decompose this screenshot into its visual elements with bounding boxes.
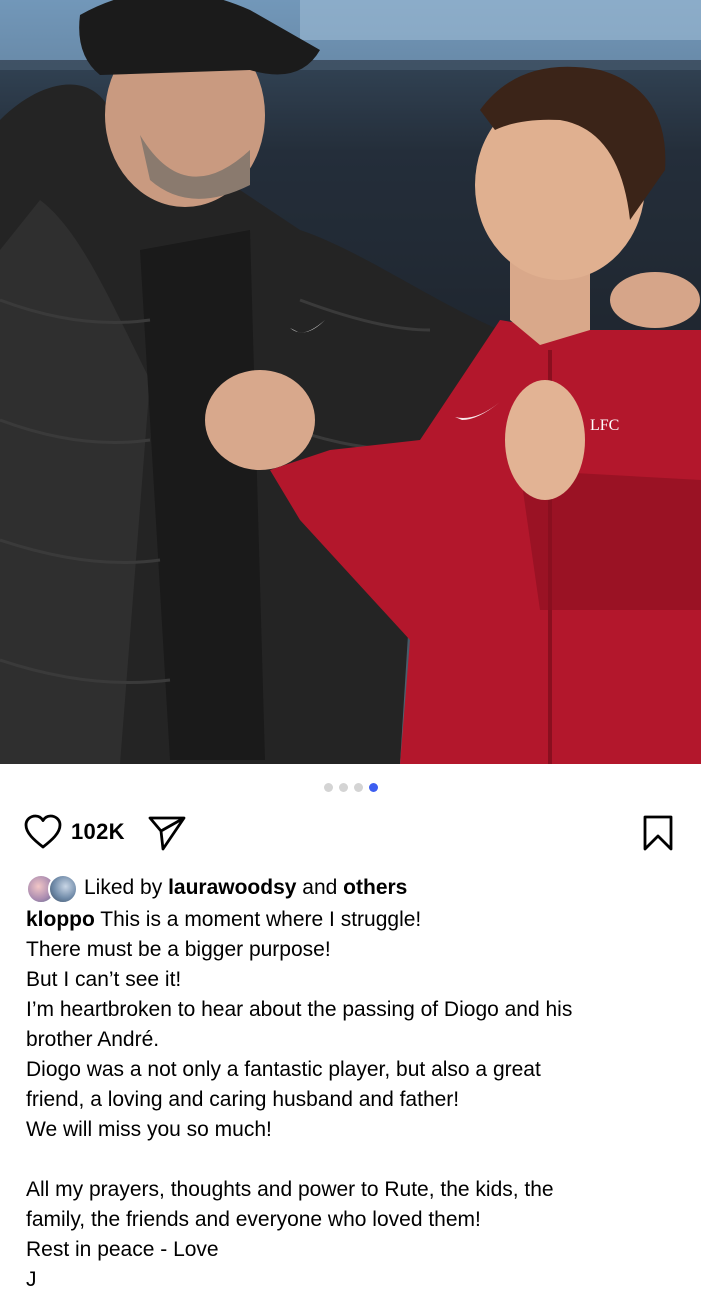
carousel-dot — [353, 783, 363, 792]
post-photo-illustration: LFC — [0, 0, 701, 764]
like-count[interactable]: 102K — [71, 819, 125, 845]
carousel-dot — [338, 783, 348, 792]
caption-line: family, the friends and everyone who lov… — [26, 1208, 481, 1231]
paper-plane-icon[interactable] — [147, 815, 187, 856]
liked-by-and: and — [302, 876, 338, 899]
avatar — [48, 874, 78, 904]
liked-by-prefix: Liked by — [84, 876, 163, 899]
caption-text: This is a moment where I struggle! — [100, 908, 422, 931]
liker-avatars[interactable] — [26, 873, 78, 904]
caption-blank-line — [26, 1145, 676, 1175]
caption-line: But I can’t see it! — [26, 968, 182, 991]
author-username-link[interactable]: kloppo — [26, 908, 95, 931]
carousel-dot — [323, 783, 333, 792]
caption-line: We will miss you so much! — [26, 1118, 272, 1141]
caption-line: Rest in peace - Love — [26, 1238, 219, 1261]
caption-line: friend, a loving and caring husband and … — [26, 1088, 460, 1111]
caption-first-line: kloppo This is a moment where I struggle… — [26, 905, 676, 935]
liked-by-row: Liked by laurawoodsy and others — [26, 872, 407, 904]
liked-by-others-link[interactable]: others — [343, 876, 407, 900]
heart-outline-icon[interactable] — [24, 814, 62, 855]
caption-line: J — [26, 1268, 37, 1291]
carousel-indicator — [0, 783, 701, 793]
caption-line: Diogo was a not only a fantastic player,… — [26, 1058, 541, 1081]
bookmark-icon[interactable] — [641, 814, 675, 857]
caption-line: All my prayers, thoughts and power to Ru… — [26, 1178, 554, 1201]
caption-line: brother André. — [26, 1028, 160, 1051]
caption-line: There must be a bigger purpose! — [26, 938, 331, 961]
post-caption: kloppo This is a moment where I struggle… — [26, 905, 676, 1295]
caption-line: I’m heartbroken to hear about the passin… — [26, 998, 573, 1021]
crest-text: LFC — [590, 417, 619, 434]
post-action-bar: 102K — [24, 812, 679, 852]
post-image[interactable]: LFC — [0, 0, 701, 764]
carousel-dot-active — [368, 783, 378, 792]
liked-by-username-link[interactable]: laurawoodsy — [168, 876, 296, 900]
